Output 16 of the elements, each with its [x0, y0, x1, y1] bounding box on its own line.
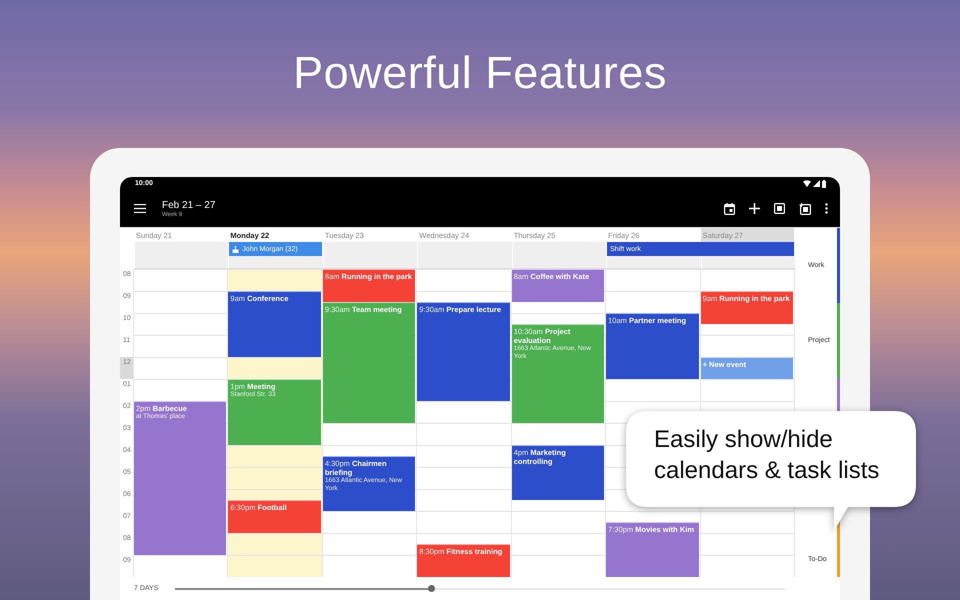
document-plus-icon [799, 202, 811, 214]
wifi-icon [803, 180, 811, 187]
document-icon [774, 203, 785, 214]
more-icon [825, 203, 828, 214]
cake-icon [232, 246, 240, 252]
date-range-title: Feb 21 – 27 [162, 199, 216, 212]
plus-icon [749, 203, 760, 214]
calendar-color-bar[interactable] [837, 228, 840, 303]
calendar-icon [724, 202, 735, 214]
battery-icon [822, 180, 826, 188]
slider-thumb[interactable] [428, 585, 435, 592]
calendar-color-bar[interactable] [837, 303, 840, 378]
headline: Powerful Features [293, 47, 667, 99]
signal-icon [813, 180, 820, 187]
callout-text: Easily show/hide calendars & task lists [654, 425, 880, 486]
menu-icon [134, 204, 146, 213]
